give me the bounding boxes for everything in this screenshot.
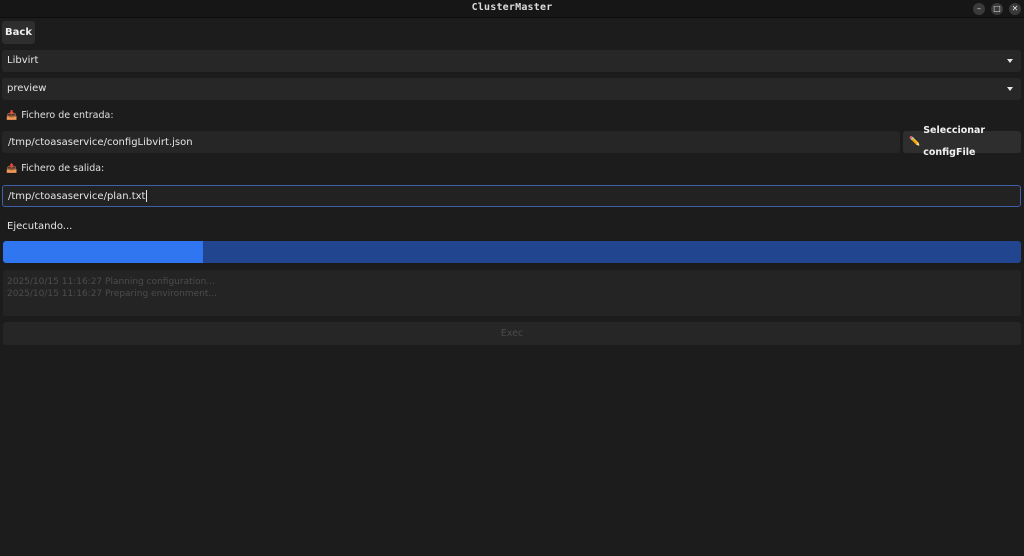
inbox-tray-icon: 📥 <box>6 110 18 121</box>
text-caret <box>146 190 148 202</box>
log-output[interactable]: 2025/10/15 11:16:27 Planning configurati… <box>3 270 1021 316</box>
minimize-button[interactable]: – <box>973 3 985 15</box>
window-title: ClusterMaster <box>471 2 553 13</box>
log-line: 2025/10/15 11:16:27 Planning configurati… <box>7 277 215 287</box>
input-file-label-row: 📥 Fichero de entrada: <box>6 110 114 121</box>
back-button[interactable]: Back <box>2 21 35 44</box>
exec-button[interactable]: Exec <box>3 322 1021 345</box>
log-line: 2025/10/15 11:16:27 Preparing environmen… <box>7 289 217 299</box>
window-titlebar: ClusterMaster – □ ✕ <box>0 0 1024 18</box>
provider-select[interactable]: Libvirt <box>2 50 1021 72</box>
input-file-value: /tmp/ctoasaservice/configLibvirt.json <box>8 137 193 148</box>
pencil-icon: ✏️ <box>909 137 921 147</box>
select-config-file-button[interactable]: ✏️ Seleccionar configFile <box>903 125 1021 158</box>
progress-bar-fill <box>3 241 203 263</box>
provider-select-value: Libvirt <box>7 55 39 66</box>
mode-select-value: preview <box>7 83 47 94</box>
maximize-button[interactable]: □ <box>991 3 1003 15</box>
output-file-label-row: 📤 Fichero de salida: <box>6 163 104 174</box>
mode-select[interactable]: preview <box>2 78 1021 100</box>
output-file-label: Fichero de salida: <box>21 163 105 174</box>
input-file-field[interactable]: /tmp/ctoasaservice/configLibvirt.json <box>2 131 900 153</box>
input-file-label: Fichero de entrada: <box>21 110 114 121</box>
progress-bar <box>3 241 1021 263</box>
close-button[interactable]: ✕ <box>1009 3 1021 15</box>
output-file-field[interactable]: /tmp/ctoasaservice/plan.txt <box>2 185 1021 207</box>
chevron-down-icon <box>1007 59 1013 63</box>
outbox-tray-icon: 📤 <box>6 163 18 174</box>
output-file-value: /tmp/ctoasaservice/plan.txt <box>8 191 146 202</box>
select-config-file-label: Seleccionar configFile <box>923 125 986 158</box>
chevron-down-icon <box>1007 87 1013 91</box>
status-text: Ejecutando... <box>7 221 73 232</box>
